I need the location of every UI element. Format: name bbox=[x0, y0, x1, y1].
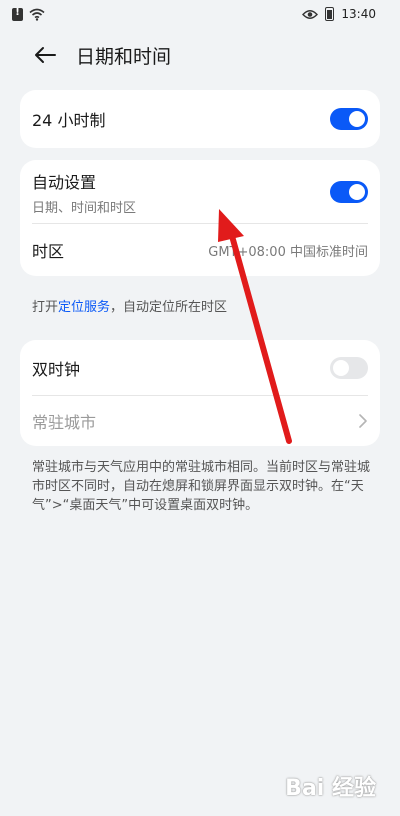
location-hint-suffix: ，自动定位所在时区 bbox=[110, 300, 228, 315]
toggle-24h[interactable] bbox=[330, 108, 368, 130]
status-time: 13:40 bbox=[341, 7, 376, 21]
back-arrow-icon[interactable] bbox=[30, 40, 60, 70]
battery-icon bbox=[325, 7, 335, 21]
row-timezone[interactable]: 时区 GMT+08:00 中国标准时间 bbox=[20, 224, 380, 276]
row-city-label: 常驻城市 bbox=[32, 413, 97, 432]
chevron-right-icon bbox=[359, 414, 367, 428]
location-hint-prefix: 打开 bbox=[32, 300, 59, 315]
row-auto-set[interactable]: 自动设置 日期、时间和时区 bbox=[20, 160, 380, 224]
location-service-link[interactable]: 定位服务 bbox=[58, 300, 110, 315]
status-left bbox=[12, 7, 45, 21]
card-24h: 24 小时制 bbox=[20, 90, 380, 148]
status-right: 13:40 bbox=[302, 7, 376, 21]
row-timezone-value: GMT+08:00 中国标准时间 bbox=[208, 244, 368, 260]
location-hint: 打开定位服务，自动定位所在时区 bbox=[32, 298, 376, 317]
row-auto-texts: 自动设置 日期、时间和时区 bbox=[32, 169, 136, 216]
page-title: 日期和时间 bbox=[76, 45, 172, 68]
toggle-auto[interactable] bbox=[330, 181, 368, 203]
wifi-icon bbox=[29, 8, 45, 21]
status-bar: 13:40 bbox=[0, 0, 400, 28]
header: 日期和时间 bbox=[0, 32, 400, 78]
sim-alert-icon bbox=[12, 7, 23, 21]
dual-clock-hint: 常驻城市与天气应用中的常驻城市相同。当前时区与常驻城市时区不同时，自动在熄屏和锁… bbox=[32, 460, 371, 513]
row-timezone-label: 时区 bbox=[32, 242, 65, 261]
row-auto-label: 自动设置 bbox=[32, 172, 97, 192]
card-auto: 自动设置 日期、时间和时区 时区 GMT+08:00 中国标准时间 bbox=[20, 160, 380, 276]
card-dual-clock: 双时钟 常驻城市 bbox=[20, 340, 380, 446]
row-dual-label: 双时钟 bbox=[32, 360, 81, 379]
row-24h-label: 24 小时制 bbox=[32, 111, 106, 130]
row-resident-city[interactable]: 常驻城市 bbox=[20, 396, 380, 446]
row-24h[interactable]: 24 小时制 bbox=[20, 90, 380, 148]
row-auto-sub: 日期、时间和时区 bbox=[32, 200, 137, 216]
eye-icon bbox=[302, 9, 319, 19]
toggle-dual-clock[interactable] bbox=[330, 357, 368, 379]
row-dual-clock[interactable]: 双时钟 bbox=[20, 340, 380, 396]
watermark: Bai 经验 bbox=[285, 776, 376, 801]
